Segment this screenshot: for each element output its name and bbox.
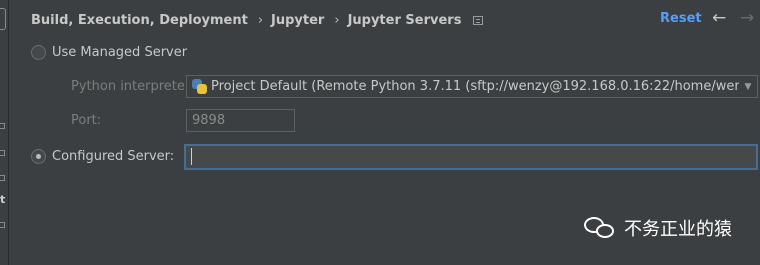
back-arrow-icon[interactable]: ← xyxy=(712,8,726,28)
watermark-text: 不务正业的猿 xyxy=(624,219,732,240)
breadcrumb: Build, Execution, Deployment › Jupyter ›… xyxy=(31,10,484,30)
forward-arrow-icon[interactable]: → xyxy=(740,8,754,28)
strip-expand-icon[interactable] xyxy=(0,123,5,129)
managed-server-label[interactable]: Use Managed Server xyxy=(52,45,187,60)
port-label: Port: xyxy=(71,113,102,128)
python-icon xyxy=(192,79,207,94)
reset-button[interactable]: Reset xyxy=(660,11,702,26)
page-title: Jupyter Servers xyxy=(347,12,462,28)
port-field[interactable] xyxy=(186,109,295,132)
interpreter-select[interactable]: Project Default (Remote Python 3.7.11 (s… xyxy=(186,75,758,98)
strip-expand-icon[interactable] xyxy=(0,175,5,181)
breadcrumb-item: Jupyter xyxy=(271,12,325,28)
configured-server-radio[interactable] xyxy=(31,149,46,164)
left-tool-strip: t xyxy=(0,0,9,265)
interpreter-value: Project Default (Remote Python 3.7.11 (s… xyxy=(211,79,757,94)
breadcrumb-separator: › xyxy=(257,12,264,28)
settings-icon[interactable] xyxy=(473,15,484,25)
watermark: 不务正业的猿 xyxy=(584,215,732,241)
configured-server-input[interactable] xyxy=(184,144,758,170)
configured-server-label[interactable]: Configured Server: xyxy=(52,149,174,164)
interpreter-label: Python interpreter: xyxy=(71,79,195,94)
text-caret xyxy=(191,148,192,165)
strip-expand-icon[interactable] xyxy=(0,150,5,156)
managed-server-radio[interactable] xyxy=(31,45,46,60)
strip-text: t xyxy=(0,193,6,206)
strip-search-box[interactable] xyxy=(0,8,6,30)
strip-expand-icon[interactable] xyxy=(0,222,5,228)
dropdown-arrow-icon[interactable]: ▼ xyxy=(739,76,757,97)
breadcrumb-item: Build, Execution, Deployment xyxy=(31,12,248,28)
breadcrumb-separator: › xyxy=(334,12,340,28)
wechat-icon xyxy=(584,215,616,241)
